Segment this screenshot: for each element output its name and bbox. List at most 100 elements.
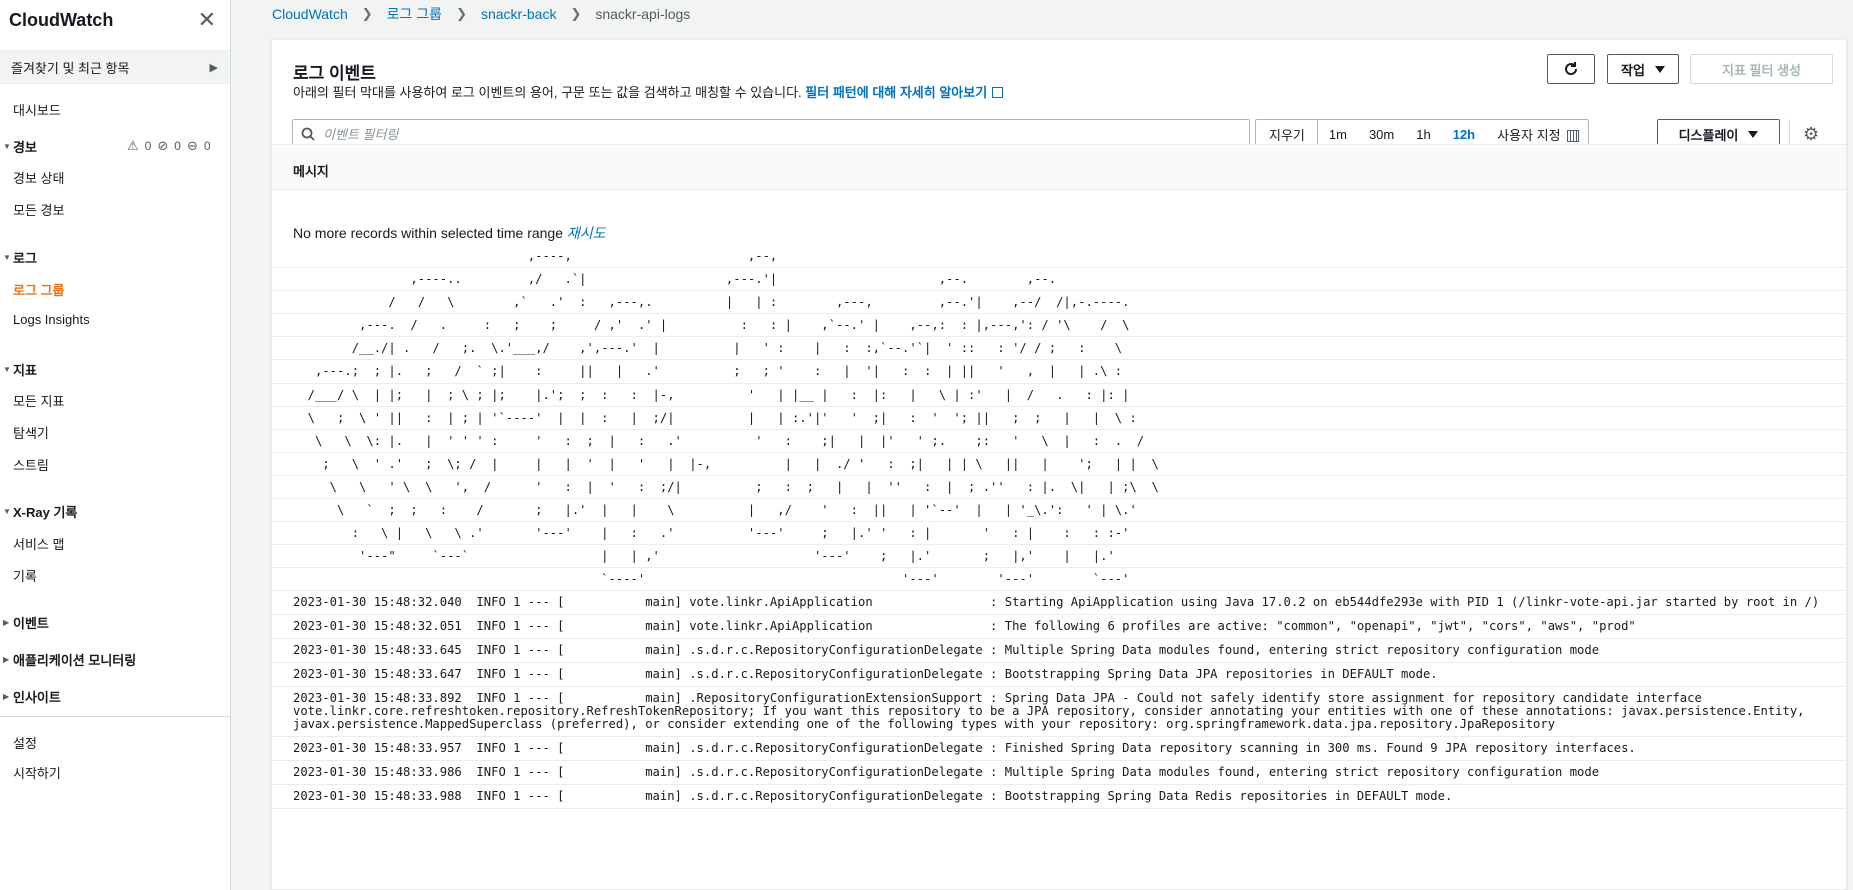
sidebar-item-streams[interactable]: 스트림 (13, 455, 49, 474)
chevron-right-icon: ❯ (361, 6, 373, 21)
sidebar-title[interactable]: CloudWatch (9, 10, 113, 31)
display-label: 디스플레이 (1678, 127, 1739, 143)
log-event-row[interactable]: `----' '---' '---' `---' (272, 568, 1846, 592)
create-metric-filter-button[interactable]: 지표 필터 생성 (1690, 54, 1833, 84)
insufficient-data-icon: ⊖ (186, 138, 198, 153)
log-event-row[interactable]: 2023-01-30 15:48:33.892 INFO 1 --- [ mai… (272, 687, 1846, 738)
log-event-row[interactable]: 2023-01-30 15:48:32.040 INFO 1 --- [ mai… (272, 591, 1846, 616)
caret-right-icon: ▶ (3, 618, 10, 627)
sidebar-section-logs[interactable]: ▼ 로그 (0, 248, 37, 267)
sidebar-section-alarms[interactable]: ▼ 경보 (0, 137, 37, 156)
sidebar-item-alarm-state[interactable]: 경보 상태 (13, 168, 64, 187)
refresh-icon (1565, 62, 1578, 76)
external-link-icon (992, 87, 1004, 98)
caret-down-icon: ▼ (3, 253, 11, 262)
sidebar-item-log-groups[interactable]: 로그 그룹 (13, 280, 64, 299)
sidebar-item-explorer[interactable]: 탐색기 (13, 423, 49, 442)
create-metric-filter-label: 지표 필터 생성 (1722, 62, 1801, 78)
chevron-right-icon: ❯ (456, 6, 467, 21)
calendar-icon (1566, 129, 1579, 142)
time-option-12h[interactable]: 12h (1442, 127, 1486, 142)
caret-down-icon: ▼ (3, 142, 11, 151)
breadcrumb-log-group[interactable]: snackr-back (481, 6, 556, 22)
caret-right-icon: ▶ (3, 692, 10, 701)
sidebar-item-dashboard[interactable]: 대시보드 (13, 100, 61, 119)
time-option-1m[interactable]: 1m (1318, 127, 1358, 142)
breadcrumb-current: snackr-api-logs (595, 6, 691, 22)
sidebar-item-all-alarms[interactable]: 모든 경보 (13, 200, 64, 219)
sidebar-section-events[interactable]: ▶ 이벤트 (0, 613, 49, 632)
gear-icon[interactable]: ⚙ (1803, 124, 1819, 145)
favorites-toggle[interactable]: 즐겨찾기 및 최근 항목 ▶ (0, 50, 230, 84)
refresh-button[interactable] (1547, 54, 1595, 84)
log-event-row[interactable]: / / \ ,` .' : ,---,. | | : ,---, ,--.'| … (272, 291, 1846, 315)
learn-more-label: 필터 패턴에 대해 자세히 알아보기 (805, 85, 988, 100)
log-event-row[interactable]: ; \ ' .' ; \; / | | | ' | ' | |-, | | ./… (272, 453, 1846, 476)
sidebar-item-service-map[interactable]: 서비스 맵 (13, 534, 64, 553)
breadcrumb: CloudWatch ❯ 로그 그룹 ❯ snackr-back ❯ snack… (272, 4, 690, 24)
sidebar-section-label: X-Ray 기록 (13, 505, 78, 520)
log-event-row[interactable]: '---" `---` | | ,' '---' ; |.' ; |,' | |… (272, 545, 1846, 569)
breadcrumb-log-groups[interactable]: 로그 그룹 (387, 4, 442, 24)
alarm-counts: ⚠ 0 ⊘ 0 ⊖ 0 (127, 138, 211, 154)
sidebar-section-insights[interactable]: ▶ 인사이트 (0, 687, 61, 706)
log-event-row[interactable]: /___/ \ | |; | ; \ ; |; |.'; ; : : |-, '… (272, 384, 1846, 407)
log-event-row[interactable]: : \ | \ \ .' '---' | : .' '---' ; |.' ' … (272, 522, 1846, 546)
log-event-row[interactable]: ,---.; ; |. ; / ` ;| : || | .' ; ; ' : |… (272, 360, 1846, 384)
time-option-1h[interactable]: 1h (1405, 127, 1441, 142)
time-option-30m[interactable]: 30m (1358, 127, 1405, 142)
log-event-row[interactable]: \ \ \: |. | ' ' ' : ' : ; | : .' ' : ;| … (272, 430, 1846, 453)
actions-button[interactable]: 작업 (1607, 54, 1679, 84)
log-event-row[interactable]: /__./| . / ;. \.'___,/ ,',---.' | | ' : … (272, 337, 1846, 361)
log-event-row[interactable]: 2023-01-30 15:48:33.988 INFO 1 --- [ mai… (272, 785, 1846, 810)
sidebar-section-metrics[interactable]: ▼ 지표 (0, 360, 37, 379)
breadcrumb-cloudwatch[interactable]: CloudWatch (272, 6, 348, 22)
page-title: 로그 이벤트 (293, 64, 376, 83)
custom-time-button[interactable]: 사용자 지정 (1486, 125, 1589, 144)
log-event-row[interactable]: 2023-01-30 15:48:33.645 INFO 1 --- [ mai… (272, 639, 1846, 664)
log-event-row[interactable]: ,----.. ,/ .`| ,---.'| ,--. ,--. (272, 268, 1846, 292)
sidebar-item-settings[interactable]: 설정 (13, 733, 37, 752)
sidebar-item-logs-insights[interactable]: Logs Insights (13, 312, 90, 327)
chevron-right-icon: ❯ (570, 6, 582, 21)
log-lines: 2023-01-30 15:48:32.040 INFO 1 --- [ mai… (272, 591, 1846, 810)
log-event-row[interactable]: ,---. / . : ; ; / ,' .' | : : | ,`--.' |… (272, 314, 1846, 338)
ok-count: 0 (174, 139, 181, 153)
sidebar-section-xray[interactable]: ▼ X-Ray 기록 (0, 502, 77, 521)
search-icon (293, 127, 323, 141)
sidebar-item-getting-started[interactable]: 시작하기 (13, 763, 61, 782)
log-event-row[interactable]: 2023-01-30 15:48:33.957 INFO 1 --- [ mai… (272, 737, 1846, 762)
sidebar-section-app-monitoring[interactable]: ▶ 애플리케이션 모니터링 (0, 650, 136, 669)
log-event-row[interactable]: ,----, ,--, (272, 245, 1846, 269)
sidebar-item-all-metrics[interactable]: 모든 지표 (13, 391, 64, 410)
sidebar-section-label: 경보 (13, 140, 37, 155)
retry-link[interactable]: 재시도 (567, 225, 606, 241)
learn-more-link[interactable]: 필터 패턴에 대해 자세히 알아보기 (805, 85, 1004, 100)
log-event-row[interactable]: 2023-01-30 15:48:33.647 INFO 1 --- [ mai… (272, 663, 1846, 688)
sidebar-section-label: 애플리케이션 모니터링 (13, 653, 137, 668)
log-event-row[interactable]: 2023-01-30 15:48:33.986 INFO 1 --- [ mai… (272, 761, 1846, 786)
actions-label: 작업 (1621, 62, 1645, 78)
close-icon[interactable]: ✕ (198, 9, 216, 31)
ascii-banner: ,----, ,--, ,----.. ,/ .`| ,---.'| ,--. … (272, 245, 1846, 592)
log-event-list: ,----, ,--, ,----.. ,/ .`| ,---.'| ,--. … (272, 245, 1846, 810)
caret-down-icon (1748, 130, 1759, 138)
sidebar-divider (0, 716, 231, 717)
log-event-row[interactable]: \ \ ' \ \ ', / ' : | ' : ;/| ; : ; | | '… (272, 476, 1846, 500)
caret-right-icon: ▶ (3, 655, 10, 664)
custom-time-label: 사용자 지정 (1497, 127, 1561, 143)
no-more-records: No more records within selected time ran… (293, 223, 606, 243)
column-header-label: 메시지 (293, 164, 329, 179)
log-event-row[interactable]: \ ; \ ' || : | ; | '`----' | | : | ;/| |… (272, 407, 1846, 430)
caret-down-icon: ▼ (3, 365, 11, 374)
caret-down-icon (1654, 65, 1665, 73)
alarm-count: 0 (144, 139, 152, 153)
log-event-row[interactable]: \ ` ; ; : / ; |.' | | \ | ,/ ' : || | '`… (272, 499, 1846, 523)
sidebar-item-traces[interactable]: 기록 (13, 566, 37, 585)
log-events-panel: 로그 이벤트 아래의 필터 막대를 사용하여 로그 이벤트의 용어, 구문 또는… (271, 39, 1847, 890)
filter-events-input[interactable] (323, 126, 1223, 142)
log-event-row[interactable]: 2023-01-30 15:48:32.051 INFO 1 --- [ mai… (272, 615, 1846, 640)
description-text: 아래의 필터 막대를 사용하여 로그 이벤트의 용어, 구문 또는 값을 검색하… (293, 85, 802, 100)
alarm-warning-icon: ⚠ (127, 138, 139, 153)
sidebar-section-label: 이벤트 (13, 616, 49, 631)
